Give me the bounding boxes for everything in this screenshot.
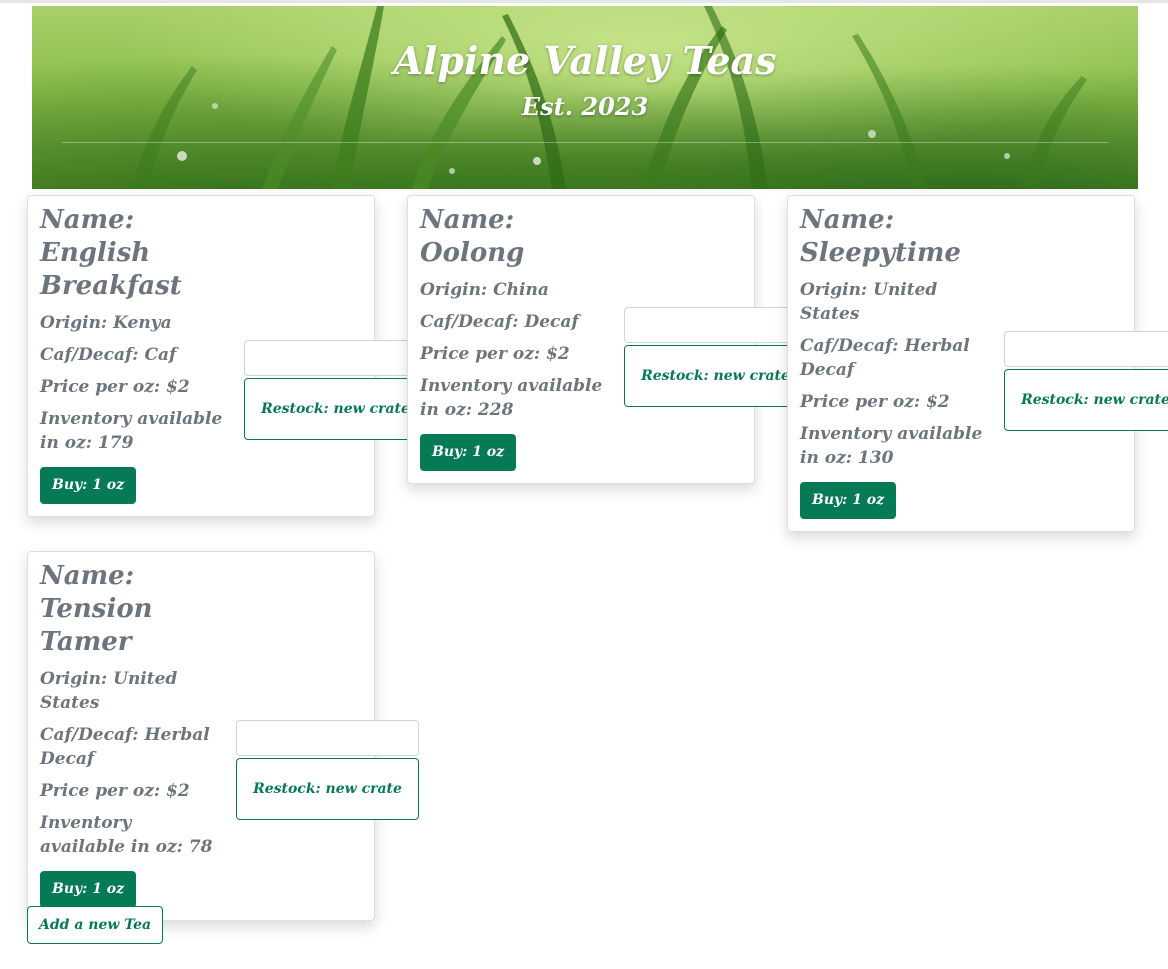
tea-caffeine: Caf/Decaf: Caf — [40, 345, 177, 365]
restock-button[interactable]: Restock: new crate — [236, 757, 419, 820]
buy-button[interactable]: Buy: 1 oz — [40, 871, 137, 908]
restock-button[interactable]: Restock: new crate — [624, 344, 807, 407]
tea-card-oolong: Name: Oolong Origin: China Caf/Decaf: De… — [407, 195, 807, 484]
page-subtitle: Est. 2023 — [521, 92, 649, 121]
restock-input[interactable] — [624, 306, 807, 343]
tea-origin: Origin: China — [420, 280, 549, 300]
buy-button[interactable]: Buy: 1 oz — [800, 482, 897, 519]
tea-card-tension-tamer: Name: Tension Tamer Origin: United State… — [27, 551, 419, 921]
header-banner: Alpine Valley Teas Est. 2023 — [32, 6, 1138, 189]
tea-caffeine: Caf/Decaf: Herbal Decaf — [40, 725, 210, 769]
tea-inventory: Inventory available in oz: 228 — [420, 376, 603, 420]
tea-card-sleepytime: Name: Sleepytime Origin: United States C… — [787, 195, 1168, 532]
tea-name: Name: English Breakfast — [40, 205, 182, 301]
tea-origin: Origin: Kenya — [40, 313, 172, 333]
tea-inventory: Inventory available in oz: 179 — [40, 409, 223, 453]
restock-button[interactable]: Restock: new crate — [244, 377, 427, 440]
add-tea-button[interactable]: Add a new Tea — [27, 906, 164, 944]
tea-card-english-breakfast: Name: English Breakfast Origin: Kenya Ca… — [27, 195, 427, 517]
restock-button[interactable]: Restock: new crate — [1004, 368, 1168, 431]
tea-inventory: Inventory available in oz: 78 — [40, 813, 213, 857]
tea-price: Price per oz: $2 — [40, 781, 190, 801]
tea-caffeine: Caf/Decaf: Decaf — [420, 312, 579, 332]
tea-name: Name: Sleepytime — [800, 205, 961, 268]
tea-price: Price per oz: $2 — [800, 392, 950, 412]
buy-button[interactable]: Buy: 1 oz — [40, 467, 137, 504]
tea-inventory: Inventory available in oz: 130 — [800, 424, 983, 468]
tea-name: Name: Oolong — [420, 205, 525, 268]
tea-price: Price per oz: $2 — [40, 377, 190, 397]
tea-name: Name: Tension Tamer — [40, 561, 153, 657]
restock-input[interactable] — [244, 339, 427, 376]
restock-input[interactable] — [1004, 330, 1168, 367]
buy-button[interactable]: Buy: 1 oz — [420, 434, 517, 471]
header-divider — [62, 142, 1108, 143]
page-title: Alpine Valley Teas — [393, 38, 777, 83]
restock-input[interactable] — [236, 719, 419, 756]
tea-origin: Origin: United States — [800, 280, 938, 324]
tea-price: Price per oz: $2 — [420, 344, 570, 364]
tea-caffeine: Caf/Decaf: Herbal Decaf — [800, 336, 970, 380]
tea-origin: Origin: United States — [40, 669, 178, 713]
